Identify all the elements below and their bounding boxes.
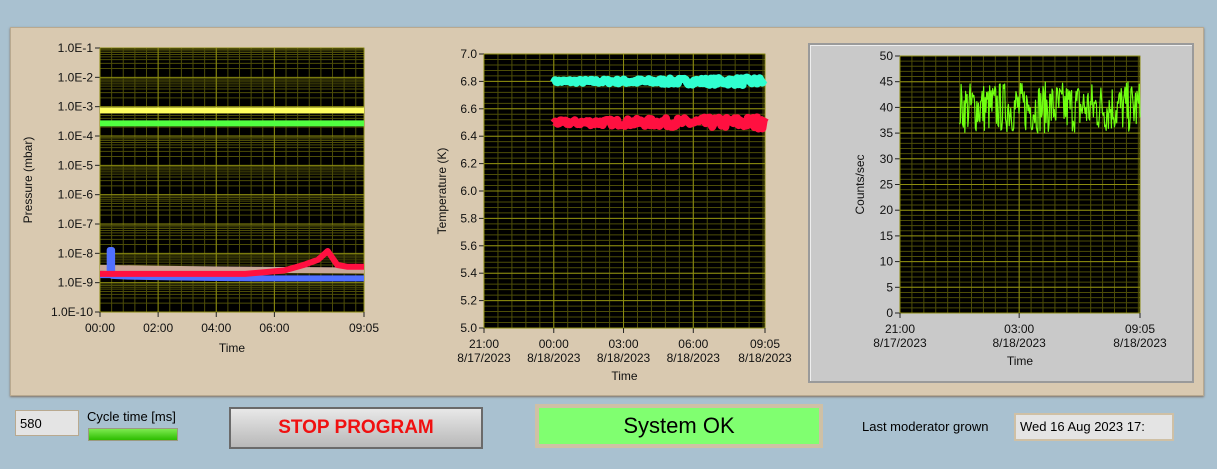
x-tick-date: 8/18/2023 — [527, 351, 581, 365]
y-tick-label: 5 — [886, 280, 893, 294]
x-tick-label: 04:00 — [201, 321, 231, 335]
y-tick-label: 6.0 — [460, 184, 477, 198]
x-tick-label: 09:05 — [750, 337, 780, 351]
cycle-time-label: Cycle time [ms] — [87, 409, 176, 424]
y-tick-label: 1.0E-5 — [58, 158, 94, 172]
y-tick-label: 40 — [880, 100, 894, 114]
x-tick-date: 8/17/2023 — [457, 351, 511, 365]
y-tick-label: 30 — [880, 152, 894, 166]
y-tick-label: 10 — [880, 255, 894, 269]
y-tick-label: 15 — [880, 229, 894, 243]
y-tick-label: 1.0E-7 — [58, 217, 94, 231]
y-tick-label: 6.4 — [460, 129, 477, 143]
y-tick-label: 1.0E-6 — [58, 188, 94, 202]
y-tick-label: 1.0E-10 — [51, 305, 93, 319]
x-tick-label: 09:05 — [349, 321, 379, 335]
y-tick-label: 1.0E-3 — [58, 100, 94, 114]
y-tick-label: 0 — [886, 306, 893, 320]
x-tick-date: 8/18/2023 — [667, 351, 721, 365]
cycle-time-value: 580 — [15, 410, 79, 436]
last-moderator-label: Last moderator grown — [862, 419, 989, 434]
y-axis-label: Pressure (mbar) — [21, 137, 35, 224]
y-tick-label: 5.6 — [460, 239, 477, 253]
series-cyan-line — [550, 73, 768, 89]
x-tick-label: 09:05 — [1125, 322, 1155, 336]
y-tick-label: 35 — [880, 126, 894, 140]
x-tick-label: 02:00 — [143, 321, 173, 335]
y-tick-label: 7.0 — [460, 47, 477, 61]
x-tick-label: 03:00 — [609, 337, 639, 351]
x-tick-label: 00:00 — [539, 337, 569, 351]
last-moderator-value: Wed 16 Aug 2023 17: — [1014, 413, 1174, 441]
x-axis-label: Time — [1007, 354, 1034, 368]
cycle-time-indicator — [88, 428, 178, 441]
y-tick-label: 1.0E-4 — [58, 129, 94, 143]
y-tick-label: 5.4 — [460, 266, 477, 280]
x-tick-date: 8/18/2023 — [597, 351, 651, 365]
y-tick-label: 1.0E-1 — [58, 41, 94, 55]
x-tick-label: 06:00 — [678, 337, 708, 351]
x-tick-label: 00:00 — [85, 321, 115, 335]
counts-graph: 0510152025303540455021:008/17/202303:008… — [853, 49, 1167, 368]
temperature-graph: 5.05.25.45.65.86.06.26.46.66.87.021:008/… — [435, 47, 792, 383]
y-tick-label: 45 — [880, 75, 894, 89]
x-tick-date: 8/17/2023 — [873, 336, 927, 350]
pressure-graph: 1.0E-10 1.0E-9 1.0E-8 1.0E-7 1.0E-6 1.0E-5 1.0… — [21, 41, 379, 355]
y-tick-label: 6.6 — [460, 102, 477, 116]
x-tick-label: 21:00 — [469, 337, 499, 351]
y-tick-label: 6.8 — [460, 74, 477, 88]
x-tick-label: 21:00 — [885, 322, 915, 336]
x-axis-label: Time — [219, 341, 246, 355]
y-tick-label: 20 — [880, 203, 894, 217]
x-tick-label: 03:00 — [1004, 322, 1034, 336]
graphs: 1.0E-101.0E-91.0E-81.0E-71.0E-61.0E-51.0… — [21, 41, 1167, 383]
x-axis-label: Time — [611, 369, 638, 383]
y-tick-label: 25 — [880, 178, 894, 192]
stop-program-button[interactable]: STOP PROGRAM — [229, 407, 483, 449]
status-indicator: System OK — [535, 404, 823, 448]
y-tick-label: 6.2 — [460, 157, 477, 171]
x-tick-date: 8/18/2023 — [992, 336, 1046, 350]
y-tick-label: 50 — [880, 49, 894, 63]
x-tick-date: 8/18/2023 — [738, 351, 792, 365]
y-tick-label: 5.2 — [460, 294, 477, 308]
y-tick-label: 1.0E-9 — [58, 276, 94, 290]
y-axis-label: Counts/sec — [853, 154, 867, 214]
series-tan-line — [99, 264, 365, 274]
y-tick-label: 5.8 — [460, 211, 477, 225]
y-axis-label: Temperature (K) — [435, 148, 449, 235]
y-tick-label: 5.0 — [460, 321, 477, 335]
x-tick-date: 8/18/2023 — [1113, 336, 1167, 350]
x-tick-label: 06:00 — [259, 321, 289, 335]
y-tick-label: 1.0E-2 — [58, 70, 94, 84]
y-tick-label: 1.0E-8 — [58, 246, 94, 260]
